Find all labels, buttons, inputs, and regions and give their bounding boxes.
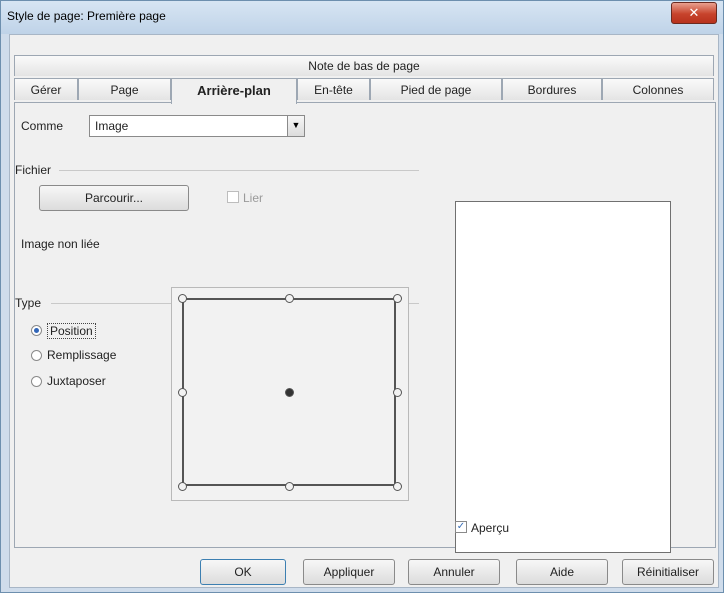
tab-label: Bordures (527, 83, 577, 97)
position-handle-middle-right[interactable] (393, 388, 402, 397)
preview-checkbox[interactable]: ✓ (455, 521, 467, 533)
file-group-label: Fichier (15, 163, 52, 177)
ok-button[interactable]: OK (200, 559, 286, 585)
preview-area (455, 201, 671, 553)
tab-bordures[interactable]: Bordures (502, 78, 602, 100)
type-group-label: Type (15, 296, 42, 310)
close-button[interactable]: ✕ (671, 2, 717, 24)
reset-label: Réinitialiser (636, 565, 700, 579)
ok-label: OK (234, 565, 252, 579)
position-handle-top-right[interactable] (393, 294, 402, 303)
apply-label: Appliquer (323, 565, 375, 579)
background-panel: Comme Image ▼ Fichier Parcourir... Lier … (14, 102, 716, 553)
tab-page[interactable]: Page (78, 78, 171, 100)
as-select-value: Image (95, 119, 129, 133)
tab-note-de-bas-de-page[interactable]: Note de bas de page (14, 55, 714, 76)
dialog-window: Style de page: Première page ✕ Note de b… (0, 0, 724, 593)
image-status-text: Image non liée (21, 237, 100, 251)
link-label: Lier (243, 191, 264, 205)
cancel-label: Annuler (433, 565, 475, 579)
tab-colonnes[interactable]: Colonnes (602, 78, 714, 100)
dialog-body: Note de bas de page Gérer Page Arrière-p… (9, 34, 719, 588)
file-group-separator (59, 170, 419, 171)
tab-label: Gérer (30, 83, 62, 97)
fill-label: Remplissage (47, 348, 117, 362)
position-selector[interactable] (171, 287, 409, 501)
position-handle-top-center[interactable] (285, 294, 294, 303)
position-handle-top-left[interactable] (178, 294, 187, 303)
tab-label: Colonnes (632, 83, 684, 97)
tab-label: En-tête (314, 83, 353, 97)
tab-label: Note de bas de page (308, 59, 420, 73)
as-label: Comme (21, 119, 64, 133)
position-handle-middle-left[interactable] (178, 388, 187, 397)
help-label: Aide (549, 565, 575, 579)
position-handle-center[interactable] (285, 388, 294, 397)
as-select[interactable]: Image ▼ (89, 115, 305, 137)
apply-button[interactable]: Appliquer (303, 559, 395, 585)
tab-en-tete[interactable]: En-tête (297, 78, 370, 100)
tab-arriere-plan[interactable]: Arrière-plan (171, 78, 297, 104)
reset-button[interactable]: Réinitialiser (622, 559, 714, 585)
position-label: Position (47, 323, 96, 339)
chevron-down-icon[interactable]: ▼ (287, 116, 304, 136)
help-button[interactable]: Aide (516, 559, 608, 585)
tab-label: Pied de page (400, 83, 472, 97)
position-handle-bottom-left[interactable] (178, 482, 187, 491)
position-handle-bottom-center[interactable] (285, 482, 294, 491)
position-radio[interactable] (31, 325, 42, 336)
title-bar[interactable]: Style de page: Première page ✕ (1, 1, 723, 34)
tile-label: Juxtaposer (47, 374, 106, 388)
fill-radio[interactable] (31, 350, 42, 361)
tab-label: Arrière-plan (197, 83, 271, 98)
tab-gerer[interactable]: Gérer (14, 78, 78, 100)
browse-button-label: Parcourir... (84, 191, 144, 205)
checkmark-icon: ✓ (456, 521, 466, 532)
position-handle-bottom-right[interactable] (393, 482, 402, 491)
close-icon: ✕ (688, 5, 700, 20)
tab-pied-de-page[interactable]: Pied de page (370, 78, 502, 100)
tab-label: Page (110, 83, 139, 97)
link-checkbox[interactable] (227, 191, 239, 203)
browse-button[interactable]: Parcourir... (39, 185, 189, 211)
window-title: Style de page: Première page (7, 9, 166, 23)
preview-label: Aperçu (471, 521, 510, 535)
cancel-button[interactable]: Annuler (408, 559, 500, 585)
tile-radio[interactable] (31, 376, 42, 387)
